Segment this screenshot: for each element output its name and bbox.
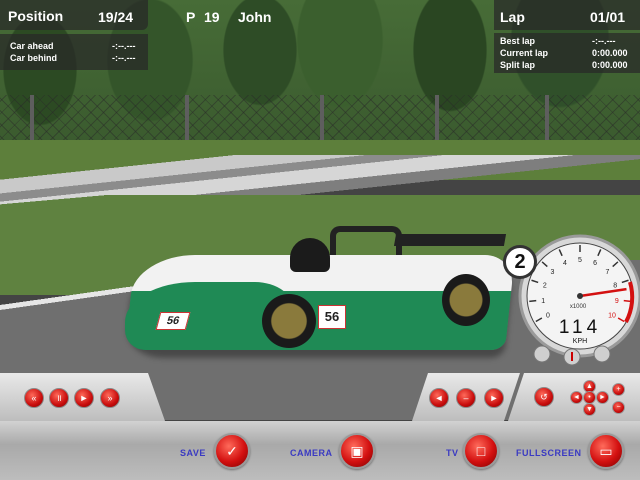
rpm-tick-label: 0 bbox=[546, 313, 550, 320]
play-button[interactable]: ► bbox=[74, 388, 94, 408]
move-left-button[interactable]: ◄ bbox=[570, 391, 583, 404]
driver-helmet bbox=[290, 238, 330, 272]
rpm-tick-label: 3 bbox=[551, 269, 555, 276]
front-wheel bbox=[262, 294, 316, 348]
rpm-tick-label: 4 bbox=[563, 260, 567, 267]
save-button[interactable]: ✓ bbox=[214, 433, 250, 469]
speed-unit: KPH bbox=[573, 338, 587, 345]
camera-next-button[interactable]: ► bbox=[484, 388, 504, 408]
camera-move-bar: ↺ ▲ ◄ • ► ▼ + − bbox=[508, 373, 640, 421]
rear-wheel bbox=[442, 274, 490, 326]
gap-panel: Car ahead -:--.--- Car behind -:--.--- bbox=[0, 34, 148, 70]
zoom-in-button[interactable]: + bbox=[612, 383, 625, 396]
gear-indicator: 2 bbox=[503, 245, 537, 279]
player-number: 19 bbox=[204, 9, 220, 25]
best-lap-value: -:--.--- bbox=[592, 36, 616, 46]
player-name: John bbox=[238, 9, 272, 25]
rpm-multiplier: x1000 bbox=[570, 304, 587, 310]
tire-icon bbox=[533, 345, 551, 363]
move-right-button[interactable]: ► bbox=[596, 391, 609, 404]
reset-view-button[interactable]: ↺ bbox=[534, 387, 554, 407]
camera-icon: ▣ bbox=[350, 443, 364, 459]
save-label: SAVE bbox=[180, 448, 206, 458]
rpm-tick-label: 6 bbox=[593, 260, 597, 267]
car-behind-label: Car behind bbox=[10, 53, 58, 63]
position-panel: Position 19/24 bbox=[0, 0, 148, 30]
split-lap-label: Split lap bbox=[500, 60, 536, 70]
needle-hub bbox=[577, 293, 583, 299]
camera-prev-button[interactable]: ◄ bbox=[429, 388, 449, 408]
rpm-tick-label: 10 bbox=[608, 313, 616, 320]
checkmark-icon: ✓ bbox=[226, 443, 238, 459]
fast-forward-button[interactable]: » bbox=[100, 388, 120, 408]
tv-label: TV bbox=[446, 448, 459, 458]
speed-readout: 114 bbox=[559, 317, 601, 338]
fullscreen-button[interactable]: ▭ bbox=[588, 433, 624, 469]
rpm-tick-label: 9 bbox=[615, 298, 619, 305]
rpm-tick-label: 7 bbox=[606, 269, 610, 276]
rpm-tick-label: 1 bbox=[541, 298, 545, 305]
player-place: P bbox=[186, 9, 196, 25]
fullscreen-label: FULLSCREEN bbox=[516, 448, 582, 458]
best-lap-label: Best lap bbox=[500, 36, 536, 46]
tv-icon: □ bbox=[476, 443, 486, 459]
race-number-side: 56 bbox=[318, 305, 346, 329]
rpm-tick bbox=[529, 299, 537, 303]
car-rear-wing bbox=[393, 234, 507, 246]
split-lap-value: 0:00.000 bbox=[592, 60, 628, 70]
camera-nav-bar: ◄ – ► bbox=[412, 373, 520, 421]
fullscreen-icon: ▭ bbox=[599, 443, 613, 459]
position-label: Position bbox=[8, 8, 64, 24]
playback-control-bar: « ॥ ► » bbox=[0, 373, 165, 421]
current-lap-label: Current lap bbox=[500, 48, 549, 58]
lap-value: 01/01 bbox=[590, 9, 626, 25]
current-lap-value: 0:00.000 bbox=[592, 48, 628, 58]
camera-label: CAMERA bbox=[290, 448, 333, 458]
rewind-button[interactable]: « bbox=[24, 388, 44, 408]
lap-panel: Lap 01/01 bbox=[494, 0, 640, 30]
camera-button[interactable]: ▣ bbox=[339, 433, 375, 469]
move-down-button[interactable]: ▼ bbox=[583, 403, 596, 416]
pause-button[interactable]: ॥ bbox=[49, 388, 69, 408]
zoom-out-button[interactable]: − bbox=[612, 401, 625, 414]
car-ahead-label: Car ahead bbox=[10, 41, 54, 51]
lap-times-panel: Best lap -:--.--- Current lap 0:00.000 S… bbox=[494, 33, 640, 73]
lap-label: Lap bbox=[500, 9, 525, 25]
position-value: 19/24 bbox=[98, 9, 134, 25]
rpm-tick-label: 8 bbox=[613, 283, 617, 290]
camera-stop-button[interactable]: – bbox=[456, 388, 476, 408]
rpm-tick-label: 2 bbox=[543, 283, 547, 290]
rpm-tick-label: 5 bbox=[578, 257, 582, 264]
race-number-nose: 56 bbox=[155, 312, 191, 330]
tv-button[interactable]: □ bbox=[463, 433, 499, 469]
rpm-tick bbox=[623, 299, 631, 303]
car-behind-value: -:--.--- bbox=[112, 53, 136, 63]
car-ahead-value: -:--.--- bbox=[112, 41, 136, 51]
wrench-icon bbox=[593, 345, 611, 363]
